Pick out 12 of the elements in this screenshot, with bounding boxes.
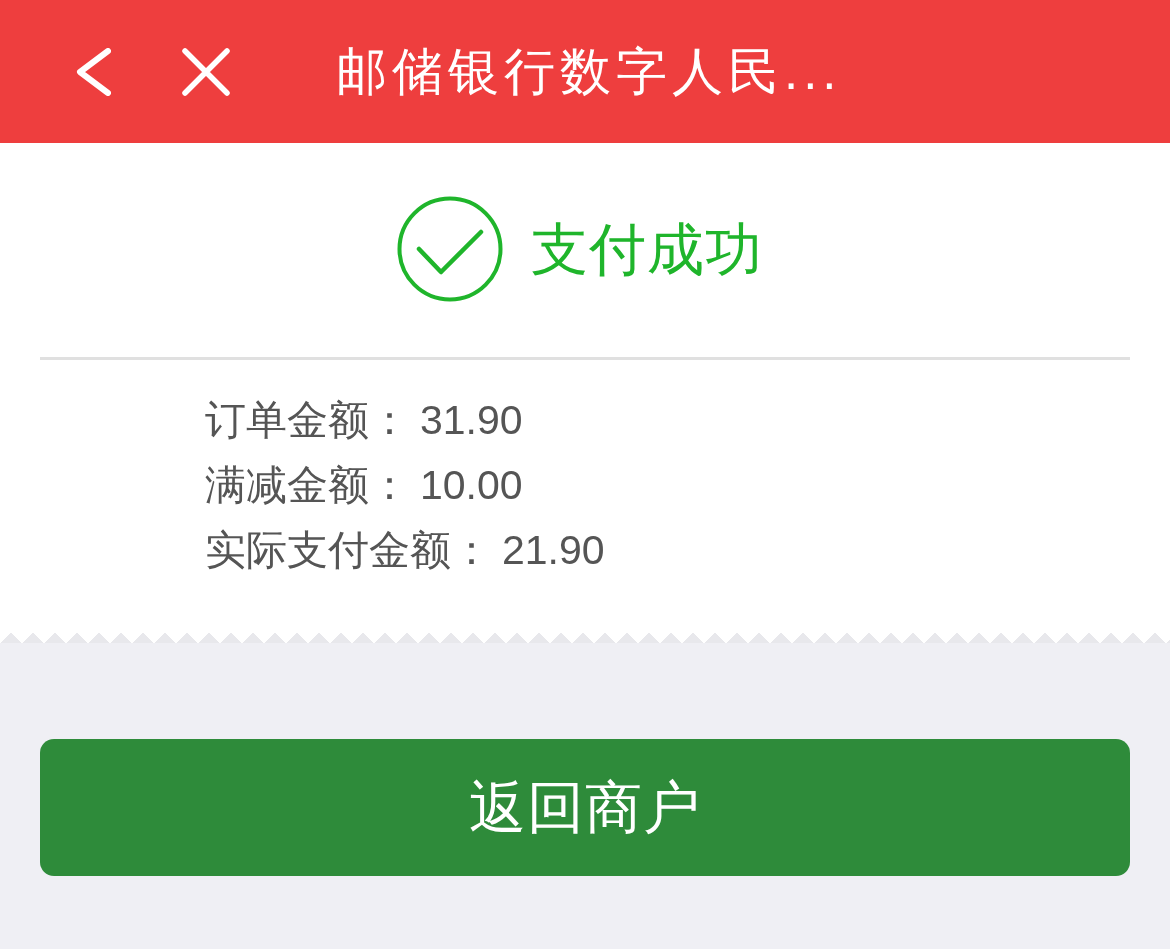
back-icon[interactable]: [75, 47, 111, 96]
detail-label: 订单金额：: [205, 397, 410, 443]
close-icon[interactable]: [181, 47, 231, 96]
detail-value: 10.00: [420, 462, 523, 508]
success-title: 支付成功: [531, 215, 763, 283]
detail-label: 满减金额：: [205, 462, 410, 508]
detail-value: 21.90: [502, 527, 605, 573]
success-check-icon: [397, 196, 503, 302]
detail-label: 实际支付金额：: [205, 527, 492, 573]
detail-value: 31.90: [420, 397, 523, 443]
page-title: 邮储银行数字人民...: [336, 41, 842, 102]
return-to-merchant-button[interactable]: 返回商户: [40, 739, 1130, 876]
